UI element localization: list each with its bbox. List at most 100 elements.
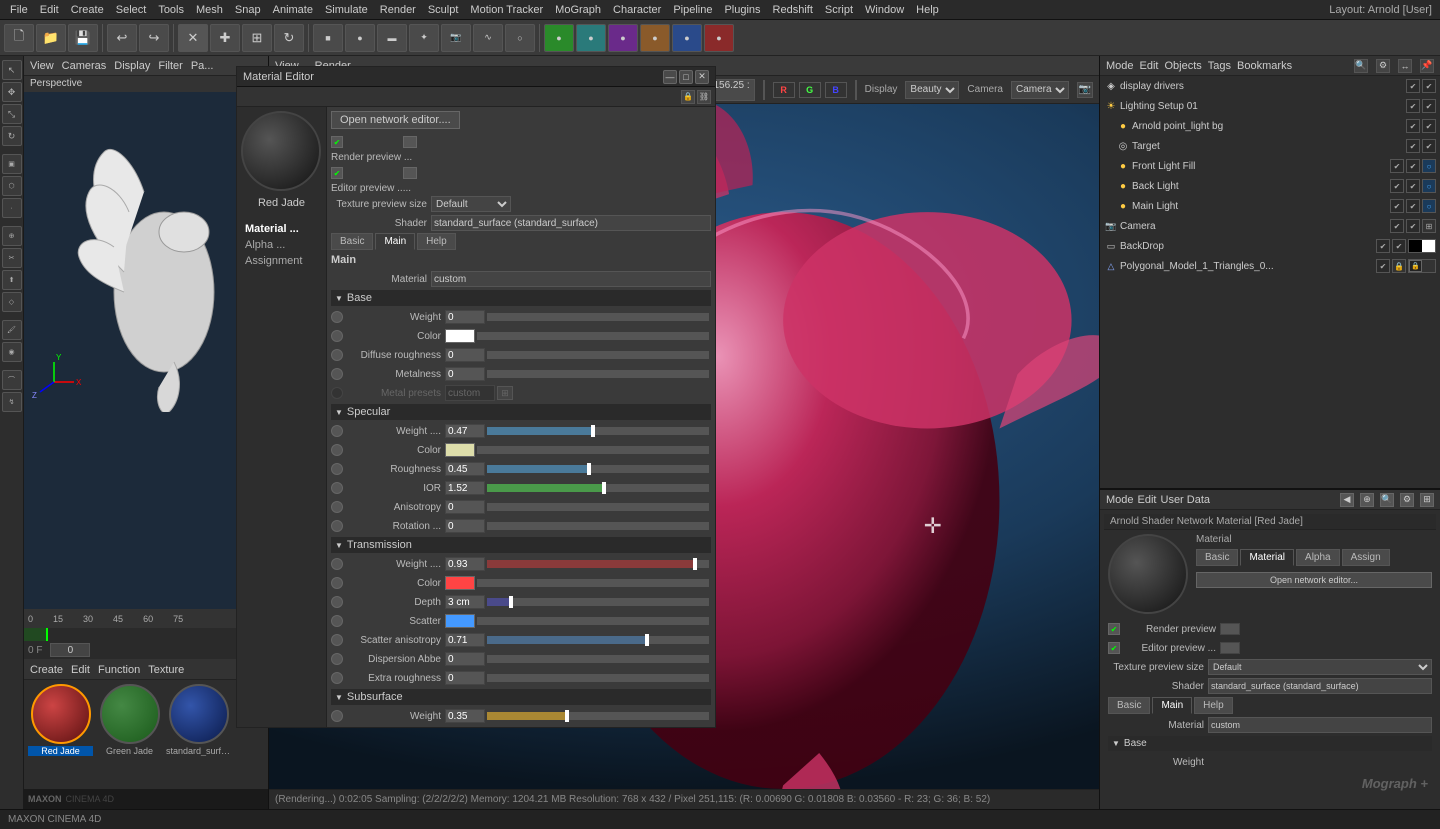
base-section-header[interactable]: ▼ Base	[331, 290, 711, 306]
sss-weight-input[interactable]	[445, 709, 485, 723]
obj-tab-mode[interactable]: Mode	[1106, 60, 1134, 72]
mat-nav-alpha[interactable]: Alpha ...	[241, 237, 322, 253]
menu-script[interactable]: Script	[819, 4, 859, 16]
flag-check-0a[interactable]: ✔	[1406, 79, 1420, 93]
color-r-btn[interactable]: R	[773, 82, 795, 98]
obj-target[interactable]: ◎ Target ✔ ✔	[1100, 136, 1440, 156]
menu-animate[interactable]: Animate	[267, 4, 319, 16]
flag-check-3a[interactable]: ✔	[1406, 139, 1420, 153]
flag-circle-6[interactable]: ○	[1422, 199, 1436, 213]
base-weight-slider[interactable]	[487, 313, 709, 321]
base-weight-input[interactable]	[445, 310, 485, 324]
sidebar-knife[interactable]: ✂	[2, 248, 22, 268]
tool-camera[interactable]: 📷	[441, 24, 471, 52]
menu-create[interactable]: Create	[65, 4, 110, 16]
tool-select[interactable]: ✕	[178, 24, 208, 52]
shader-nav-back[interactable]: ◀	[1340, 493, 1354, 507]
mat-editor-minimize[interactable]: —	[663, 70, 677, 84]
metalness-input[interactable]	[445, 367, 485, 381]
flag-check-8a[interactable]: ✔	[1376, 239, 1390, 253]
roughness-slider[interactable]	[487, 465, 709, 473]
sidebar-extrude[interactable]: ⬆	[2, 270, 22, 290]
base-color-swatch[interactable]	[445, 329, 475, 343]
trans-color-swatch[interactable]	[445, 576, 475, 590]
flag-check-0b[interactable]: ✔	[1422, 79, 1436, 93]
timeline-bar[interactable]	[24, 628, 268, 641]
base-color-slider[interactable]	[477, 332, 709, 340]
obj-search-icon[interactable]: 🔍	[1354, 59, 1368, 73]
obj-nav-icon[interactable]: ↔	[1398, 59, 1412, 73]
sidebar-move[interactable]: ✥	[2, 82, 22, 102]
color-b-btn[interactable]: B	[825, 82, 847, 98]
obj-settings-icon[interactable]: ⚙	[1376, 59, 1390, 73]
depth-input[interactable]	[445, 595, 485, 609]
ior-radio[interactable]	[331, 482, 343, 494]
shader-tab-material[interactable]: Material	[1240, 549, 1294, 566]
menu-redshift[interactable]: Redshift	[767, 4, 819, 16]
left-vp-tab-filter[interactable]: Filter	[158, 60, 182, 72]
depth-slider[interactable]	[487, 598, 709, 606]
flag-check-8b[interactable]: ✔	[1392, 239, 1406, 253]
sidebar-scale[interactable]: ⤡	[2, 104, 22, 124]
material-right-panel[interactable]: Open network editor.... ✔ Render preview…	[327, 107, 715, 727]
extra-roughness-radio[interactable]	[331, 672, 343, 684]
flag-check-6a[interactable]: ✔	[1390, 199, 1404, 213]
spec-color-radio[interactable]	[331, 444, 343, 456]
base-weight-radio[interactable]	[331, 311, 343, 323]
shader-render-check[interactable]: ✔	[1108, 623, 1120, 635]
shader-base-header[interactable]: ▼ Base	[1108, 736, 1432, 751]
spec-weight-input[interactable]	[445, 424, 485, 438]
left-viewport[interactable]: X Y Z	[24, 92, 268, 609]
tool-purple[interactable]: ●	[608, 24, 638, 52]
flag-lock-9[interactable]: 🔒	[1392, 259, 1406, 273]
menu-pipeline[interactable]: Pipeline	[667, 4, 718, 16]
flag-circle-4[interactable]: ○	[1422, 159, 1436, 173]
tool-move[interactable]: ✚	[210, 24, 240, 52]
obj-display-drivers[interactable]: ◈ display drivers ✔ ✔	[1100, 76, 1440, 96]
menu-window[interactable]: Window	[859, 4, 910, 16]
sss-weight-radio[interactable]	[331, 710, 343, 722]
mat-editor-close[interactable]: ✕	[695, 70, 709, 84]
scatter-aniso-input[interactable]	[445, 633, 485, 647]
spec-weight-slider[interactable]	[487, 427, 709, 435]
menu-mograph[interactable]: MoGraph	[549, 4, 607, 16]
menu-help[interactable]: Help	[910, 4, 945, 16]
flag-special-7[interactable]: ⊞	[1422, 219, 1436, 233]
mat-btn-edit[interactable]: Edit	[71, 664, 90, 676]
extra-roughness-slider[interactable]	[487, 674, 709, 682]
open-network-btn[interactable]: Open network editor....	[331, 111, 460, 129]
menu-character[interactable]: Character	[607, 4, 667, 16]
mat-item-2[interactable]: standard_surfa...	[166, 684, 231, 756]
tool-open[interactable]: 📁	[36, 24, 66, 52]
shader-shader-value[interactable]: standard_surface (standard_surface)	[1208, 678, 1432, 694]
tool-sphere[interactable]: ●	[345, 24, 375, 52]
spec-color-swatch[interactable]	[445, 443, 475, 457]
scatter-aniso-radio[interactable]	[331, 634, 343, 646]
roughness-input[interactable]	[445, 462, 485, 476]
tab-basic[interactable]: Basic	[331, 233, 373, 250]
sidebar-brush[interactable]: 🖌	[2, 320, 22, 340]
metalness-radio[interactable]	[331, 368, 343, 380]
shader-nav-icon[interactable]: ⊕	[1360, 493, 1374, 507]
flag-check-2a[interactable]: ✔	[1406, 119, 1420, 133]
spec-weight-radio[interactable]	[331, 425, 343, 437]
specular-section-header[interactable]: ▼ Specular	[331, 404, 711, 420]
flag-check-2b[interactable]: ✔	[1422, 119, 1436, 133]
left-vp-tab-cameras[interactable]: Cameras	[62, 60, 107, 72]
tool-cyan[interactable]: ●	[576, 24, 606, 52]
material-type-value[interactable]: custom	[431, 271, 711, 287]
menu-sculpt[interactable]: Sculpt	[422, 4, 465, 16]
tool-new[interactable]: 🗋	[4, 24, 34, 52]
menu-select[interactable]: Select	[110, 4, 153, 16]
menu-file[interactable]: File	[4, 4, 34, 16]
subsurface-section-header[interactable]: ▼ Subsurface	[331, 689, 711, 705]
editor-preview-check[interactable]: ✔	[331, 167, 343, 179]
tab-help[interactable]: Help	[417, 233, 456, 250]
shader-material-value[interactable]: custom	[1208, 717, 1432, 733]
sidebar-point[interactable]: ·	[2, 198, 22, 218]
mat-nav-material[interactable]: Material ...	[241, 221, 322, 237]
flag-check-1b[interactable]: ✔	[1422, 99, 1436, 113]
color-g-btn[interactable]: G	[799, 82, 821, 98]
shader-tab-alpha[interactable]: Alpha	[1296, 549, 1340, 566]
shader-mode-label[interactable]: Mode	[1106, 494, 1134, 506]
